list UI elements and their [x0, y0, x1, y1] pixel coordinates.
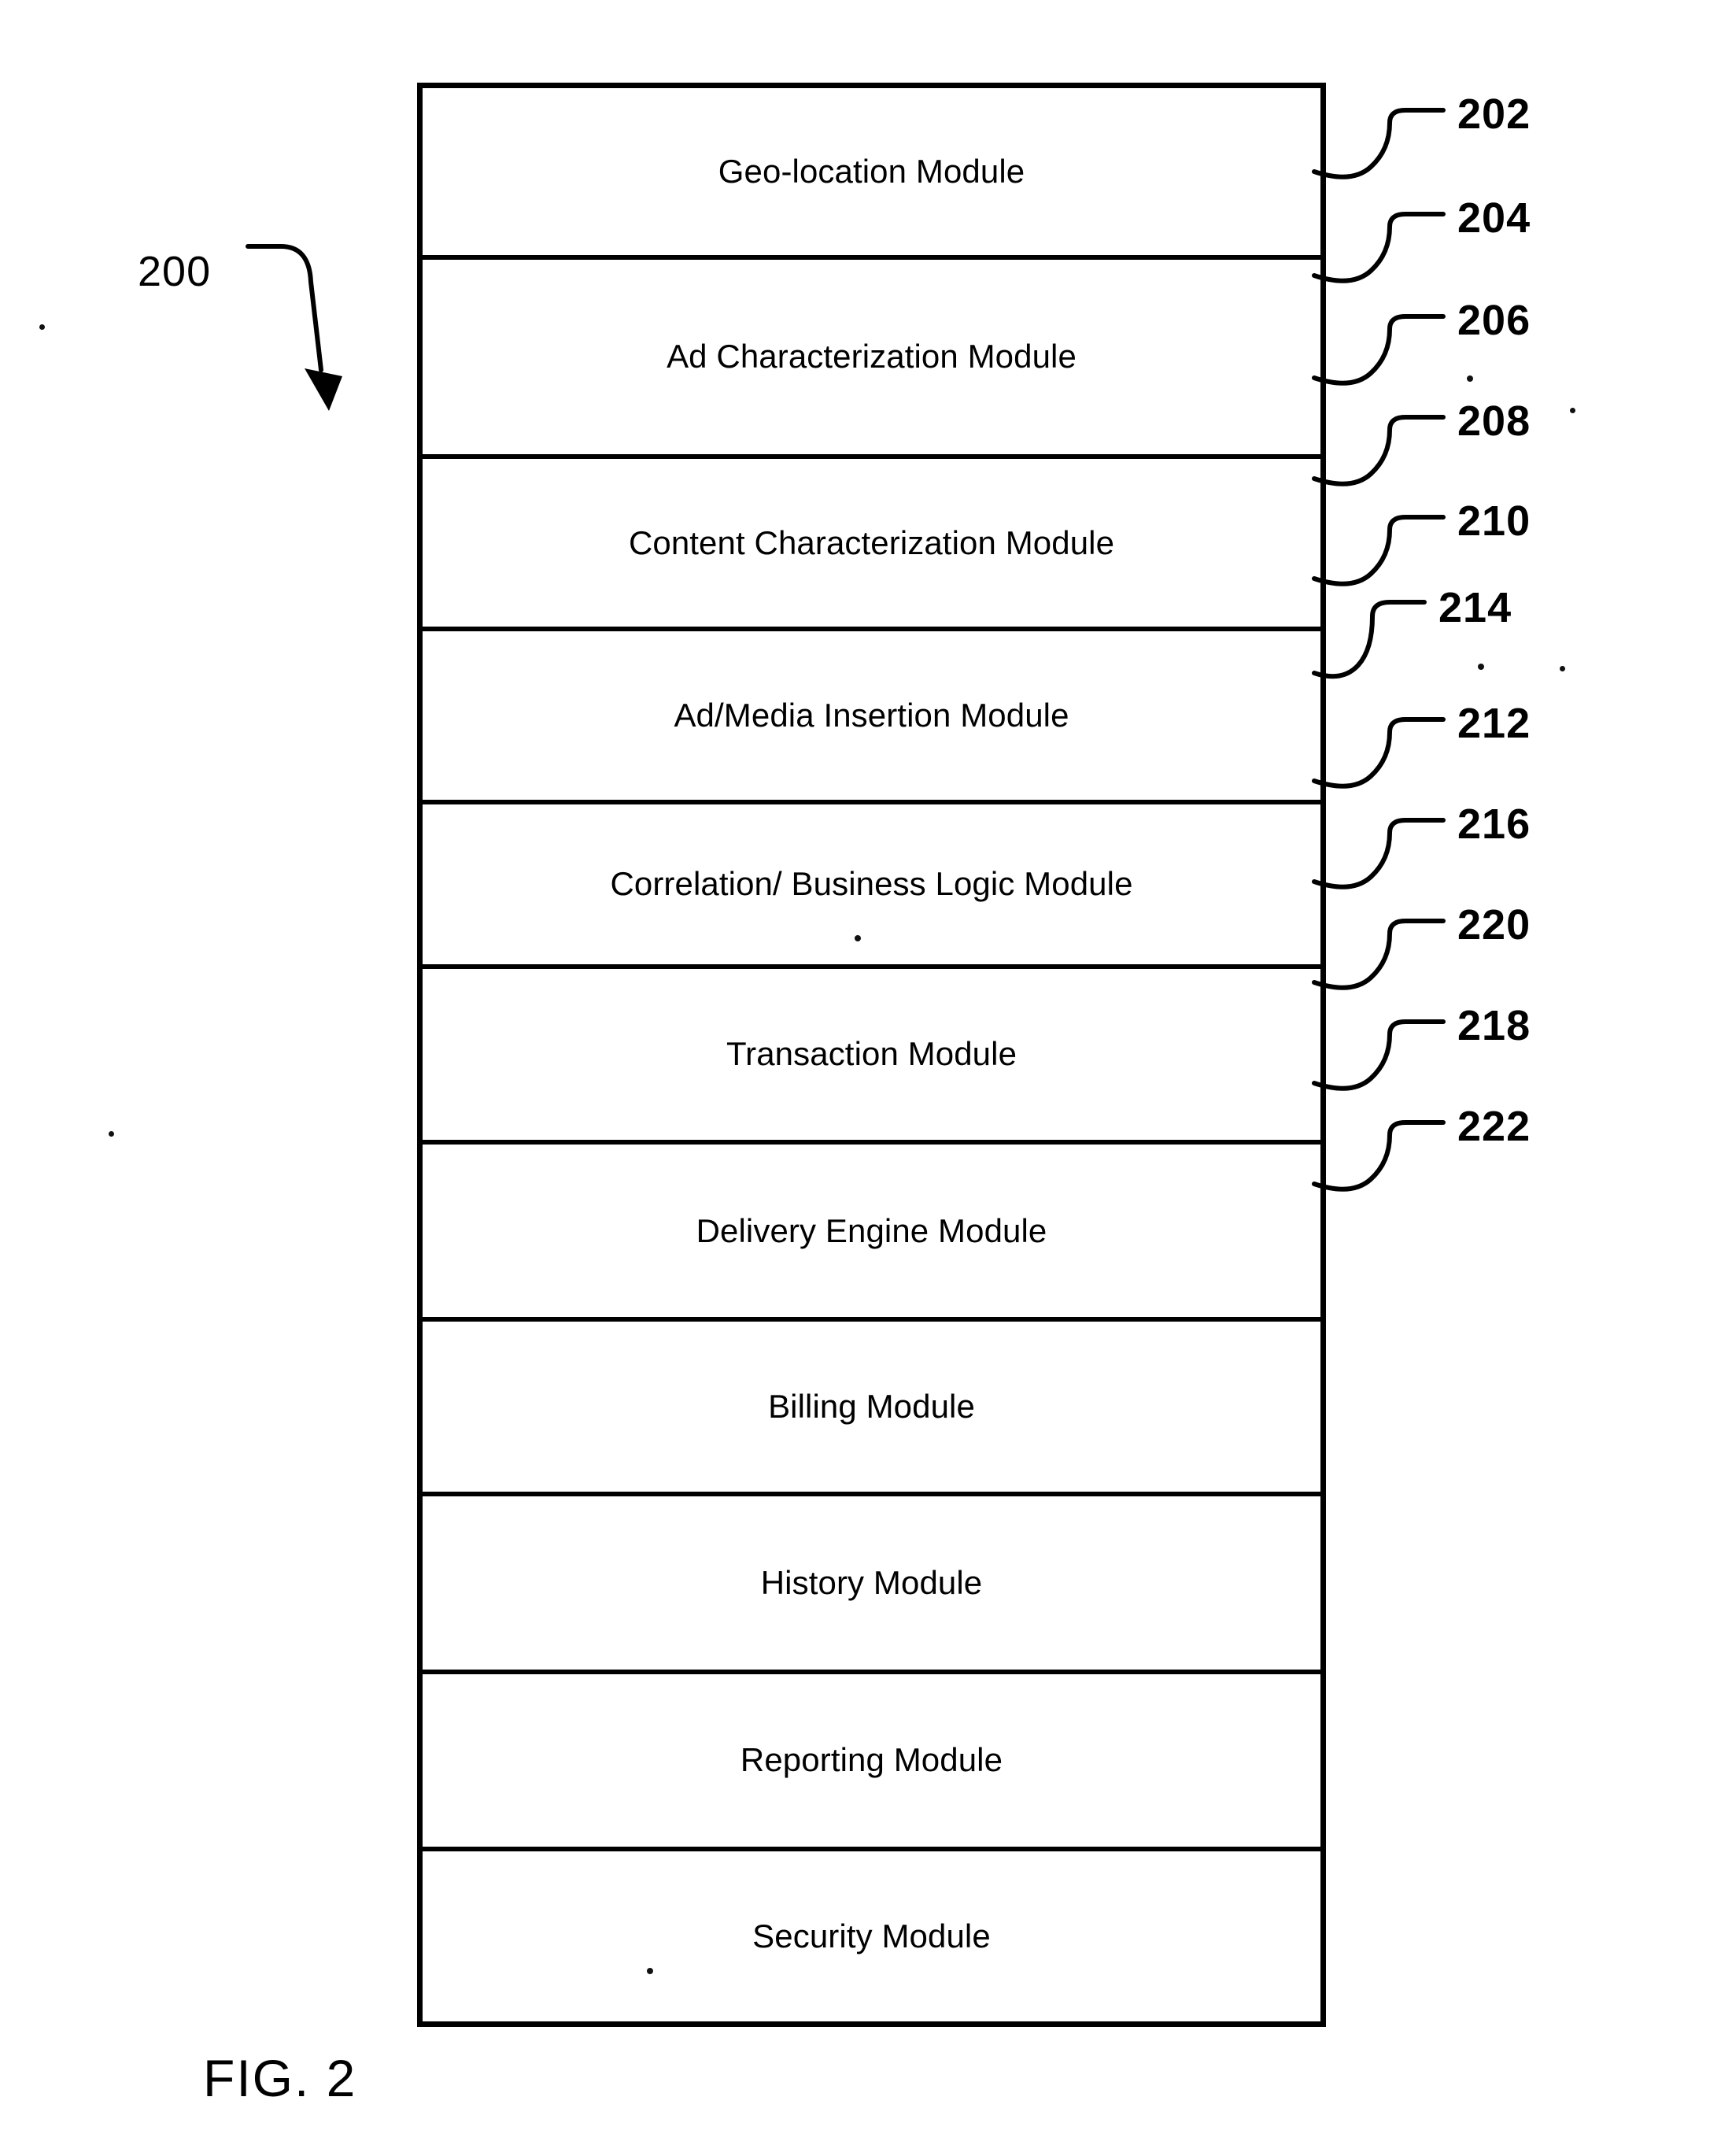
reference-number: 222	[1457, 1103, 1531, 1150]
leader-line-icon	[1312, 919, 1446, 990]
reference-number: 216	[1457, 801, 1531, 848]
leader-line-icon	[1312, 600, 1427, 679]
reference-callout-206: 206	[1312, 291, 1653, 425]
scan-speck	[855, 935, 861, 941]
reference-number: 212	[1457, 700, 1531, 747]
patent-figure: 200 Geo-location Module Ad Characterizat…	[0, 0, 1721, 2156]
leader-line-icon	[1312, 1019, 1446, 1091]
module-row[interactable]: Content Characterization Module	[423, 459, 1320, 632]
module-row[interactable]: Billing Module	[423, 1322, 1320, 1496]
module-label: Security Module	[752, 1917, 991, 1955]
leader-line-icon	[1312, 415, 1446, 486]
module-row[interactable]: Security Module	[423, 1851, 1320, 2021]
module-label: Billing Module	[768, 1387, 975, 1425]
reference-number: 214	[1438, 584, 1512, 631]
reference-callout-218: 218	[1312, 997, 1653, 1130]
scan-speck	[1478, 664, 1484, 670]
reference-number: 218	[1457, 1002, 1531, 1049]
reference-callout-214: 214	[1312, 579, 1653, 712]
module-label: Geo-location Module	[718, 152, 1025, 190]
reference-number: 210	[1457, 497, 1531, 545]
module-row[interactable]: Correlation/ Business Logic Module	[423, 804, 1320, 969]
reference-callout-222: 222	[1312, 1097, 1653, 1231]
module-stack: Geo-location Module Ad Characterization …	[417, 83, 1326, 2027]
module-row[interactable]: Geo-location Module	[423, 88, 1320, 260]
leader-line-icon	[1312, 717, 1446, 789]
module-row[interactable]: Transaction Module	[423, 968, 1320, 1145]
module-label: Transaction Module	[726, 1035, 1017, 1073]
system-reference-arrow-icon	[246, 244, 342, 411]
module-row[interactable]: History Module	[423, 1496, 1320, 1674]
reference-callout-204: 204	[1312, 189, 1653, 323]
module-label: Correlation/ Business Logic Module	[610, 865, 1133, 903]
leader-line-icon	[1312, 818, 1446, 889]
module-label: Ad/Media Insertion Module	[674, 696, 1069, 734]
scan-speck	[1560, 666, 1565, 671]
reference-callout-210: 210	[1312, 492, 1653, 626]
module-row[interactable]: Delivery Engine Module	[423, 1145, 1320, 1322]
scan-speck	[1570, 408, 1575, 413]
scan-speck	[1467, 375, 1473, 382]
leader-line-icon	[1312, 314, 1446, 386]
scan-speck	[39, 324, 45, 330]
module-label: Delivery Engine Module	[696, 1211, 1047, 1249]
reference-number: 206	[1457, 297, 1531, 344]
reference-number: 220	[1457, 901, 1531, 949]
reference-callout-216: 216	[1312, 795, 1653, 929]
module-label: Ad Characterization Module	[667, 338, 1077, 375]
reference-callout-220: 220	[1312, 896, 1653, 1030]
module-row[interactable]: Ad Characterization Module	[423, 259, 1320, 460]
module-label: Reporting Module	[740, 1741, 1003, 1779]
scan-speck	[647, 1968, 653, 1974]
leader-line-icon	[1312, 108, 1446, 179]
reference-callout-212: 212	[1312, 694, 1653, 828]
leader-line-icon	[1312, 1120, 1446, 1192]
leader-line-icon	[1312, 212, 1446, 283]
leader-line-icon	[1312, 515, 1446, 586]
module-row[interactable]: Reporting Module	[423, 1673, 1320, 1852]
figure-caption: FIG. 2	[203, 2049, 357, 2107]
module-row[interactable]: Ad/Media Insertion Module	[423, 631, 1320, 804]
reference-callout-208: 208	[1312, 392, 1653, 526]
reference-number: 204	[1457, 194, 1531, 242]
reference-number: 208	[1457, 398, 1531, 445]
reference-number: 202	[1457, 91, 1531, 138]
system-reference-number: 200	[138, 248, 212, 295]
module-label: History Module	[760, 1563, 983, 1601]
reference-callout-202: 202	[1312, 85, 1653, 219]
scan-speck	[109, 1131, 114, 1137]
module-label: Content Characterization Module	[628, 523, 1115, 561]
